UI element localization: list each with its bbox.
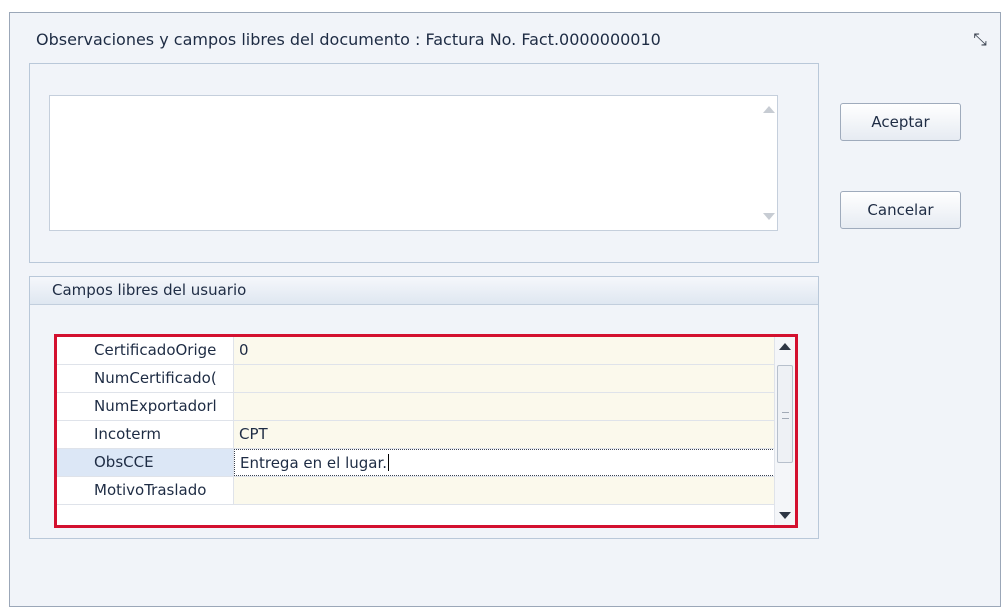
user-fields-title: Campos libres del usuario [52, 281, 247, 299]
dialog-title: Observaciones y campos libres del docume… [36, 30, 661, 49]
field-value-cell[interactable] [234, 393, 775, 420]
grid-row[interactable]: NumExportadorl [57, 393, 775, 421]
field-value-cell[interactable] [234, 365, 775, 392]
grid-row[interactable]: Incoterm CPT [57, 421, 775, 449]
field-value-cell[interactable] [234, 477, 775, 504]
scroll-down-icon[interactable] [779, 512, 791, 519]
user-fields-grid: CertificadoOrige 0 NumCertificado( NumEx… [54, 334, 798, 528]
field-label: MotivoTraslado [94, 481, 207, 499]
field-label: NumCertificado( [94, 369, 217, 387]
grid-row-selected[interactable]: ObsCCE Entrega en el lugar. [57, 449, 775, 477]
field-label: Incoterm [94, 425, 161, 443]
observations-scrollbar[interactable] [759, 96, 777, 230]
grid-scrollbar[interactable] [774, 337, 795, 525]
field-value: 0 [239, 341, 249, 359]
grid-row[interactable]: CertificadoOrige 0 [57, 337, 775, 365]
field-value: CPT [239, 425, 268, 443]
close-icon[interactable]: ⤡ [970, 30, 990, 50]
grid-row[interactable]: NumCertificado( [57, 365, 775, 393]
grip-icon [782, 412, 789, 419]
field-value-cell[interactable]: CPT [234, 421, 775, 448]
user-fields-header: Campos libres del usuario [30, 277, 818, 305]
field-label: ObsCCE [94, 453, 154, 471]
field-value: Entrega en el lugar. [240, 454, 388, 472]
grid-row[interactable]: MotivoTraslado [57, 477, 775, 505]
accept-button[interactable]: Aceptar [840, 103, 961, 141]
scroll-up-icon[interactable] [763, 106, 775, 113]
cancel-button[interactable]: Cancelar [840, 191, 961, 229]
field-label: CertificadoOrige [94, 341, 217, 359]
field-value-cell[interactable]: 0 [234, 337, 775, 364]
scroll-thumb[interactable] [777, 365, 793, 463]
scroll-down-icon[interactable] [763, 213, 775, 220]
field-label: NumExportadorl [94, 397, 217, 415]
scroll-up-icon[interactable] [779, 343, 791, 350]
observations-panel [29, 63, 819, 263]
observations-textarea[interactable] [49, 95, 778, 231]
user-fields-panel: Campos libres del usuario CertificadoOri… [29, 276, 819, 539]
title-bar: Observaciones y campos libres del docume… [10, 13, 1000, 64]
field-value-editor[interactable]: Entrega en el lugar. [234, 449, 775, 476]
